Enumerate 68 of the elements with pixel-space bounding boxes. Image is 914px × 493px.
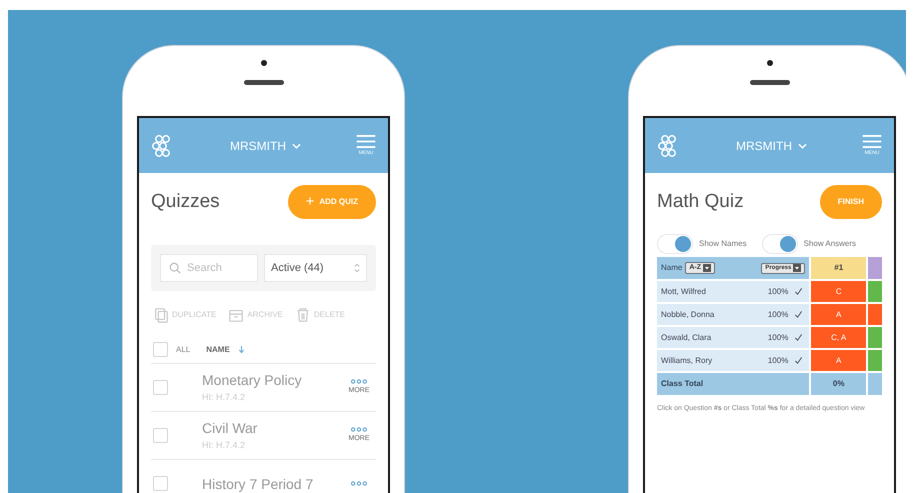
student-name: Mott, Wilfred xyxy=(661,286,706,298)
all-label: ALL xyxy=(176,344,190,356)
answer-cell[interactable]: C, A xyxy=(811,327,866,348)
search-icon xyxy=(169,262,181,274)
quiz-title[interactable]: Monetary Policy xyxy=(202,370,344,389)
speaker-grille xyxy=(244,80,284,85)
toggle-switch[interactable] xyxy=(657,234,693,254)
student-row[interactable]: Williams, Rory 100% xyxy=(657,350,810,371)
question-header[interactable]: #1 xyxy=(811,257,866,279)
copy-icon xyxy=(153,307,169,323)
checkbox[interactable] xyxy=(153,342,168,357)
search-field[interactable]: Search xyxy=(160,254,258,282)
menu-icon xyxy=(862,135,882,148)
checkbox[interactable] xyxy=(153,476,168,491)
toggle-label: Show Answers xyxy=(804,238,856,250)
button-label: FINISH xyxy=(838,196,864,208)
dropdown-value: Active (44) xyxy=(271,260,324,276)
student-name: Williams, Rory xyxy=(661,354,712,366)
page-title: Math Quiz xyxy=(657,190,744,214)
progress-value: 100% xyxy=(768,354,788,366)
page-title: Quizzes xyxy=(151,190,220,214)
toggle-switch[interactable] xyxy=(762,234,798,254)
progress-value: 100% xyxy=(768,308,788,320)
user-dropdown[interactable]: MRSMITH xyxy=(230,136,301,154)
quiz-title[interactable]: History 7 Period 7 xyxy=(202,474,344,492)
question-header-cell xyxy=(868,257,882,279)
student-name: Nobble, Donna xyxy=(661,308,714,320)
action-button[interactable]: FINISH xyxy=(820,185,882,219)
status-dropdown[interactable]: Active (44) xyxy=(264,254,367,282)
chevron-down-icon xyxy=(798,142,807,148)
plus-icon: + xyxy=(306,190,314,214)
more-dots-icon xyxy=(350,378,368,384)
button-label: ADD QUIZ xyxy=(319,196,358,208)
student-row[interactable]: Nobble, Donna 100% xyxy=(657,304,810,325)
answer-cell[interactable]: A xyxy=(811,350,866,371)
caret-icon xyxy=(703,264,712,272)
answer-cell[interactable]: A xyxy=(811,304,866,325)
more-dots-icon xyxy=(350,481,368,486)
checkbox[interactable] xyxy=(153,428,168,443)
speaker-grille xyxy=(750,80,790,85)
name-header: Name xyxy=(661,262,682,274)
answer-cell[interactable] xyxy=(868,281,882,302)
student-name: Oswald, Clara xyxy=(661,332,712,344)
progress-value: 100% xyxy=(768,332,788,344)
answer-cell[interactable]: C xyxy=(811,281,866,302)
name-column-header[interactable]: NAME xyxy=(206,344,230,356)
menu-icon xyxy=(356,135,376,148)
user-dropdown[interactable]: MRSMITH xyxy=(736,136,807,154)
checkbox[interactable] xyxy=(153,380,168,395)
student-row[interactable]: Oswald, Clara 100% xyxy=(657,327,810,348)
toggle-label: Show Names xyxy=(699,238,747,250)
quiz-title[interactable]: Civil War xyxy=(202,418,344,437)
caret-icon xyxy=(793,264,802,272)
answer-cell[interactable] xyxy=(868,327,882,348)
more-dots-icon xyxy=(350,426,368,432)
table-footer-cell xyxy=(868,373,882,395)
progress-value: 100% xyxy=(768,286,788,298)
answer-cell[interactable] xyxy=(868,350,882,371)
down-arrow-icon xyxy=(238,345,245,354)
class-total-label: Class Total xyxy=(661,378,704,390)
answer-cell[interactable] xyxy=(868,304,882,325)
action-button[interactable]: + ADD QUIZ xyxy=(288,185,376,219)
updown-icon xyxy=(354,263,360,273)
archive-box-icon xyxy=(228,307,244,323)
trash-icon xyxy=(294,307,311,323)
student-row[interactable]: Mott, Wilfred 100% xyxy=(657,281,810,302)
class-total-value[interactable]: 0% xyxy=(811,373,866,395)
chevron-down-icon xyxy=(292,142,301,148)
